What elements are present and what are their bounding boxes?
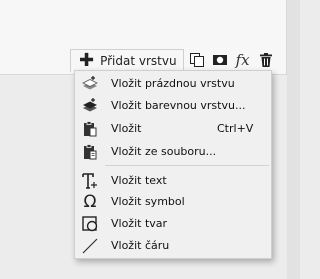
menu-item-insert-symbol[interactable]: Ω Vložit symbol (75, 191, 271, 212)
fx-icon: fx (235, 51, 250, 69)
mask-icon (212, 55, 227, 65)
effects-button[interactable]: fx (233, 50, 253, 70)
menu-separator (105, 165, 269, 166)
menu-item-label: Vložit text (111, 174, 167, 187)
duplicate-icon (189, 53, 204, 67)
add-layer-label: Přidat vrstvu (100, 53, 177, 68)
menu-item-label: Vložit (111, 122, 142, 135)
trash-icon (259, 53, 272, 67)
menu-item-label: Vložit symbol (111, 195, 185, 208)
menu-item-paste[interactable]: Vložit Ctrl+V (75, 118, 271, 139)
mask-button[interactable] (210, 50, 230, 70)
menu-item-label: Vložit tvar (111, 217, 168, 230)
text-icon (81, 172, 99, 190)
empty-layer-icon (81, 75, 99, 93)
menu-item-paste-from-file[interactable]: Vložit ze souboru... (75, 141, 271, 162)
line-icon (81, 237, 99, 255)
menu-item-label: Vložit čáru (111, 239, 170, 252)
delete-layer-button[interactable] (256, 50, 276, 70)
menu-item-insert-empty-layer[interactable]: Vložit prázdnou vrstvu (75, 73, 271, 94)
add-layer-menu: Vložit prázdnou vrstvu Vložit barevnou v… (74, 70, 272, 259)
paste-icon (81, 120, 99, 138)
layers-toolbar: ✚ Přidat vrstvu fx (70, 48, 276, 72)
menu-item-insert-color-layer[interactable]: Vložit barevnou vrstvu... (75, 95, 271, 116)
add-layer-button[interactable]: ✚ Přidat vrstvu (70, 48, 184, 72)
color-layer-icon (81, 97, 99, 115)
menu-item-label: Vložit prázdnou vrstvu (111, 77, 235, 90)
panel-edge (287, 0, 300, 279)
menu-item-insert-text[interactable]: Vložit text (75, 170, 271, 191)
menu-item-label: Vložit barevnou vrstvu... (111, 99, 246, 112)
duplicate-layer-button[interactable] (187, 50, 207, 70)
symbol-icon: Ω (83, 192, 97, 212)
paste-from-file-icon (81, 143, 99, 161)
shape-icon (81, 215, 99, 233)
plus-icon: ✚ (79, 49, 95, 71)
menu-item-label: Vložit ze souboru... (111, 145, 217, 158)
menu-item-insert-line[interactable]: Vložit čáru (75, 235, 271, 256)
menu-item-shortcut: Ctrl+V (217, 122, 254, 135)
menu-item-insert-shape[interactable]: Vložit tvar (75, 213, 271, 234)
